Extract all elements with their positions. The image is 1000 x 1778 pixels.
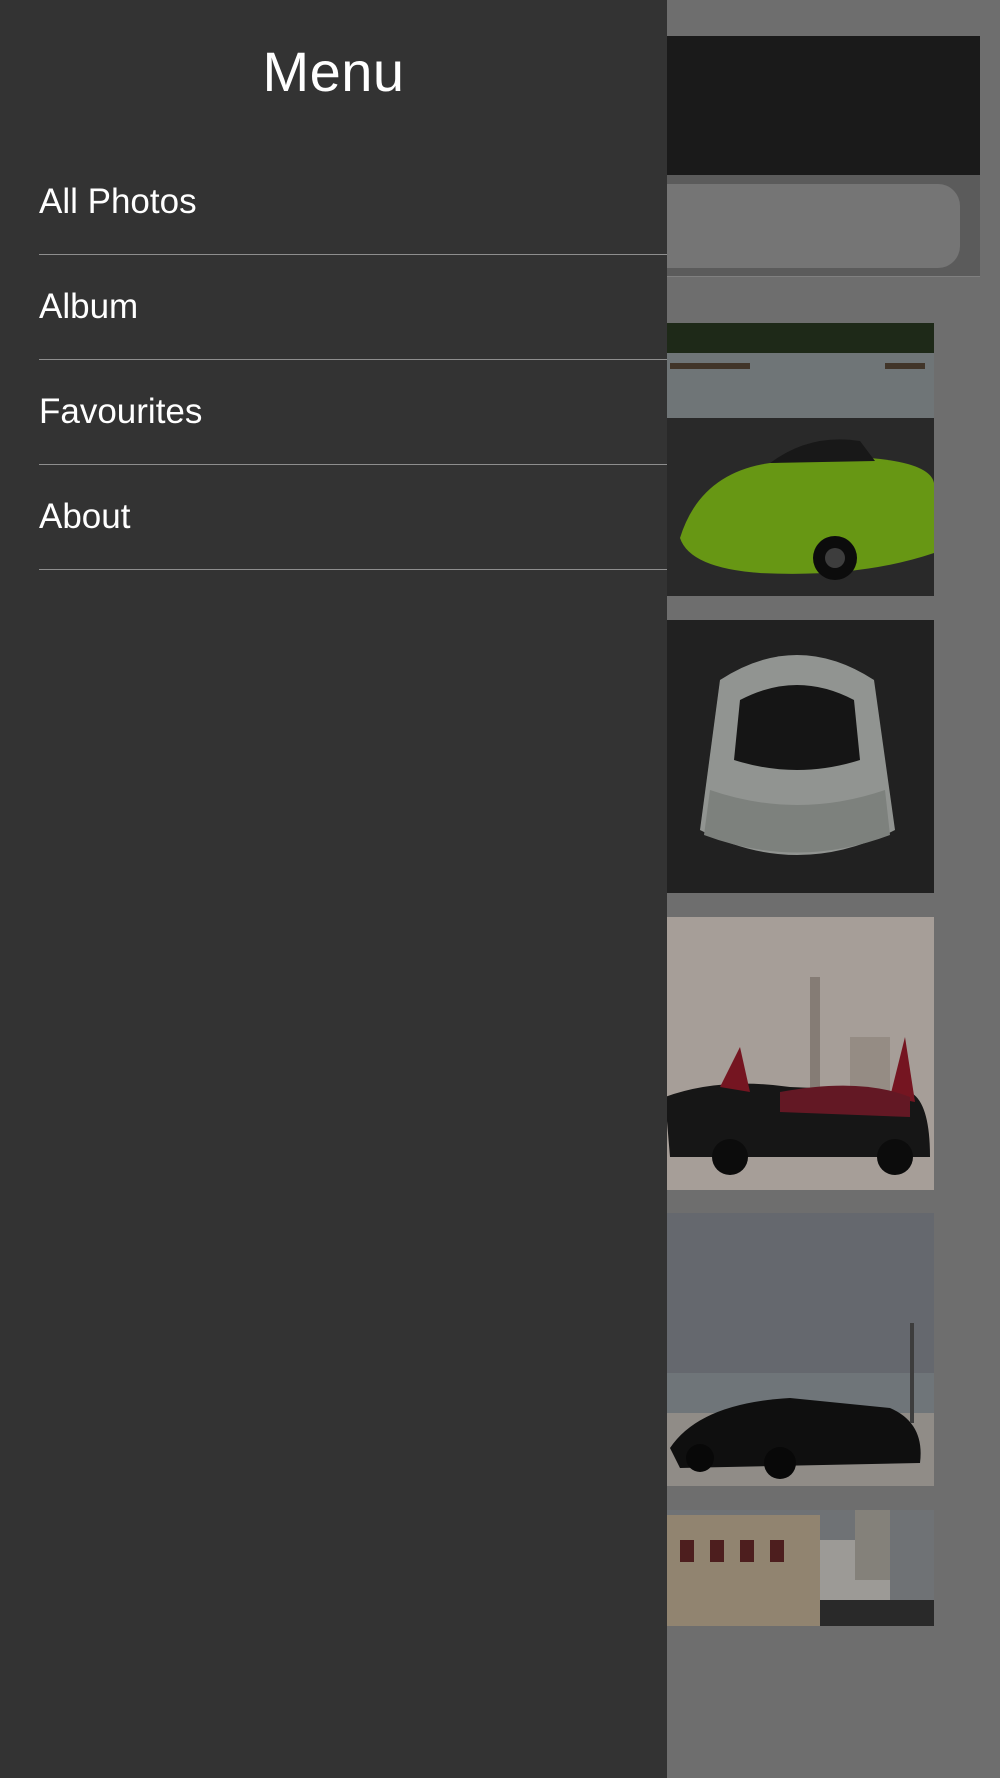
menu-item-favourites[interactable]: Favourites <box>39 360 667 465</box>
photo-thumbnail[interactable] <box>660 1510 934 1626</box>
menu-list: All Photos Album Favourites About <box>39 150 667 570</box>
photo-thumbnail[interactable] <box>660 917 934 1190</box>
menu-item-all-photos[interactable]: All Photos <box>39 150 667 255</box>
photo-thumbnail[interactable] <box>660 1213 934 1486</box>
menu-item-album[interactable]: Album <box>39 255 667 360</box>
side-menu-drawer: Menu All Photos Album Favourites About <box>0 0 667 1778</box>
menu-item-label: Album <box>39 287 139 326</box>
menu-title: Menu <box>262 40 405 103</box>
menu-item-about[interactable]: About <box>39 465 667 570</box>
menu-item-label: Favourites <box>39 392 203 431</box>
photo-thumbnail[interactable] <box>660 323 934 596</box>
photo-thumbnail[interactable] <box>660 620 934 893</box>
menu-item-label: All Photos <box>39 182 197 221</box>
menu-item-label: About <box>39 497 131 536</box>
